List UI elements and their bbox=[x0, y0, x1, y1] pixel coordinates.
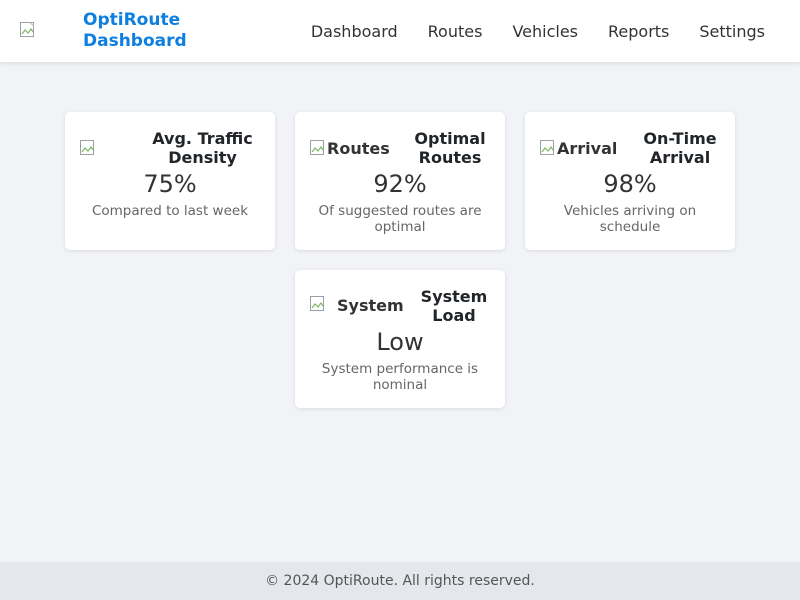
nav-link-routes[interactable]: Routes bbox=[413, 22, 498, 41]
card-value: Low bbox=[376, 328, 424, 356]
card-description: Of suggested routes are optimal bbox=[318, 203, 482, 235]
nav-link-reports[interactable]: Reports bbox=[593, 22, 684, 41]
card-image bbox=[80, 140, 140, 156]
card-image-alt: System bbox=[337, 296, 404, 315]
nav-link-settings[interactable]: Settings bbox=[684, 22, 780, 41]
top-navbar: OptiRoute Dashboard Dashboard Routes Veh… bbox=[0, 0, 800, 62]
footer: © 2024 OptiRoute. All rights reserved. bbox=[0, 562, 800, 600]
card-system-load: System System Load Low System performanc… bbox=[295, 270, 505, 408]
card-description: System performance is nominal bbox=[321, 361, 479, 393]
card-description: Vehicles arriving on schedule bbox=[563, 203, 697, 235]
card-image-alt: Arrival bbox=[557, 138, 618, 158]
card-header: Arrival On-Time Arrival bbox=[540, 128, 720, 168]
card-on-time-arrival: Arrival On-Time Arrival 98% Vehicles arr… bbox=[525, 112, 735, 250]
card-image: Routes bbox=[310, 139, 390, 158]
nav-link-dashboard[interactable]: Dashboard bbox=[296, 22, 413, 41]
main-nav: Dashboard Routes Vehicles Reports Settin… bbox=[296, 0, 780, 62]
broken-image-icon bbox=[20, 22, 35, 37]
card-header: System System Load bbox=[310, 286, 490, 326]
card-title: On-Time Arrival bbox=[643, 129, 717, 167]
logo-broken-image-icon[interactable] bbox=[20, 22, 36, 40]
card-optimal-routes: Routes Optimal Routes 92% Of suggested r… bbox=[295, 112, 505, 250]
card-value: 98% bbox=[603, 170, 657, 198]
card-image: System bbox=[310, 296, 404, 316]
broken-image-icon bbox=[310, 296, 324, 311]
nav-link-vehicles[interactable]: Vehicles bbox=[497, 22, 593, 41]
brand-title[interactable]: OptiRoute Dashboard bbox=[83, 10, 223, 52]
card-title: Optimal Routes bbox=[414, 129, 486, 167]
card-traffic-density: Avg. Traffic Density 75% Compared to las… bbox=[65, 112, 275, 250]
card-title: Avg. Traffic Density bbox=[152, 129, 253, 167]
card-description: Compared to last week bbox=[91, 203, 249, 219]
card-value: 75% bbox=[143, 170, 197, 198]
card-value: 92% bbox=[373, 170, 427, 198]
card-title: System Load bbox=[420, 287, 488, 325]
card-header: Routes Optimal Routes bbox=[310, 128, 490, 168]
card-header: Avg. Traffic Density bbox=[80, 128, 260, 168]
copyright-text: © 2024 OptiRoute. All rights reserved. bbox=[265, 573, 535, 589]
card-image-alt: Routes bbox=[327, 138, 390, 158]
broken-image-icon bbox=[80, 140, 94, 155]
card-image: Arrival bbox=[540, 139, 617, 158]
broken-image-icon bbox=[310, 140, 324, 155]
broken-image-icon bbox=[540, 140, 554, 155]
